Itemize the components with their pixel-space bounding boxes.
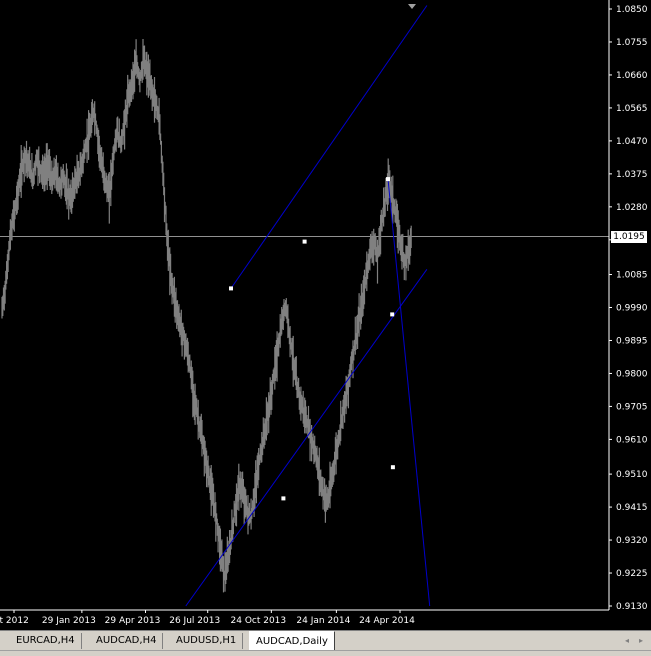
trend-anchor-point [229,286,233,291]
price-layer [1,39,412,593]
chart-tab-bar: EURCAD,H4 AUDCAD,H4 AUDUSD,H1 AUDCAD,Dai… [0,630,651,651]
y-tick-label: 1.0850 [616,5,648,15]
y-tick-label: 0.9225 [616,569,648,579]
y-tick-label: 1.0470 [616,137,648,147]
trend-anchor-point [390,312,395,317]
y-tick-label: 0.9415 [616,503,648,513]
scroll-right-icon[interactable]: ▸ [636,635,646,647]
status-strip [0,650,651,656]
y-tick-label: 1.0280 [616,203,648,213]
x-tick-label: 24 Oct 2013 [231,616,287,626]
x-tick-label: 25 Oct 2012 [0,616,29,626]
y-tick-label: 0.9990 [616,304,648,314]
y-tick-label: 0.9510 [616,470,648,480]
trend-anchor-point [390,465,395,470]
x-tick-label: 26 Jul 2013 [169,616,220,626]
trend-anchor-point [281,496,286,501]
tab-audcad-daily[interactable]: AUDCAD,Daily [249,631,335,651]
period-separator-icon [408,4,416,9]
x-tick-label: 29 Jan 2013 [42,616,96,626]
y-tick-label: 1.0375 [616,170,648,180]
scroll-left-icon[interactable]: ◂ [622,635,632,647]
y-tick-label: 0.9320 [616,536,648,546]
trend-anchor-point [386,177,390,182]
y-tick-label: 0.9895 [616,336,648,346]
trend-anchor-point [302,239,307,244]
y-tick-label: 1.0755 [616,38,648,48]
current-price-label: 1.0195 [611,231,647,243]
tab-audcad-h4[interactable]: AUDCAD,H4 [90,633,164,649]
y-tick-label: 0.9130 [616,602,648,612]
y-tick-label: 0.9800 [616,369,648,379]
y-tick-label: 1.0085 [616,271,648,281]
trend-line [185,269,428,607]
y-tick-label: 0.9610 [616,435,648,445]
price-chart[interactable]: 1.0850 1.0755 1.0660 1.0565 1.0470 1.0375 1.02… [0,0,651,630]
trend-layer [185,5,431,607]
y-tick-label: 1.0660 [616,71,648,81]
x-tick-label: 24 Apr 2014 [359,616,415,626]
x-tick-label: 24 Jan 2014 [296,616,350,626]
y-tick-label: 0.9705 [616,402,648,412]
tab-audusd-h1[interactable]: AUDUSD,H1 [170,633,244,649]
axis-layer: 1.0850 1.0755 1.0660 1.0565 1.0470 1.0375 1.02… [0,0,648,626]
y-tick-label: 1.0565 [616,104,648,114]
chart-area[interactable]: 1.0850 1.0755 1.0660 1.0565 1.0470 1.0375 1.02… [0,0,651,630]
x-tick-label: 29 Apr 2013 [105,616,161,626]
tab-eurcad-h4[interactable]: EURCAD,H4 [10,633,82,649]
